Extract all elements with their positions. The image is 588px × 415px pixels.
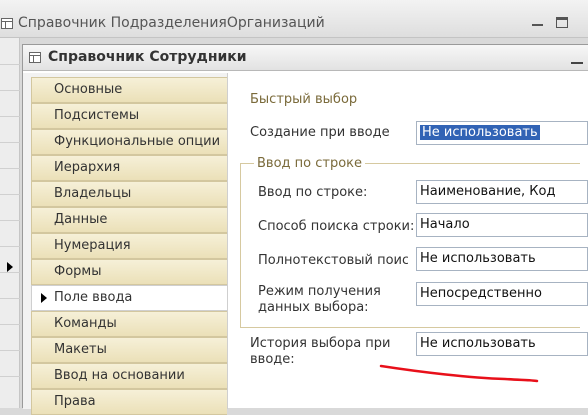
red-underline-annotation [379, 364, 539, 383]
